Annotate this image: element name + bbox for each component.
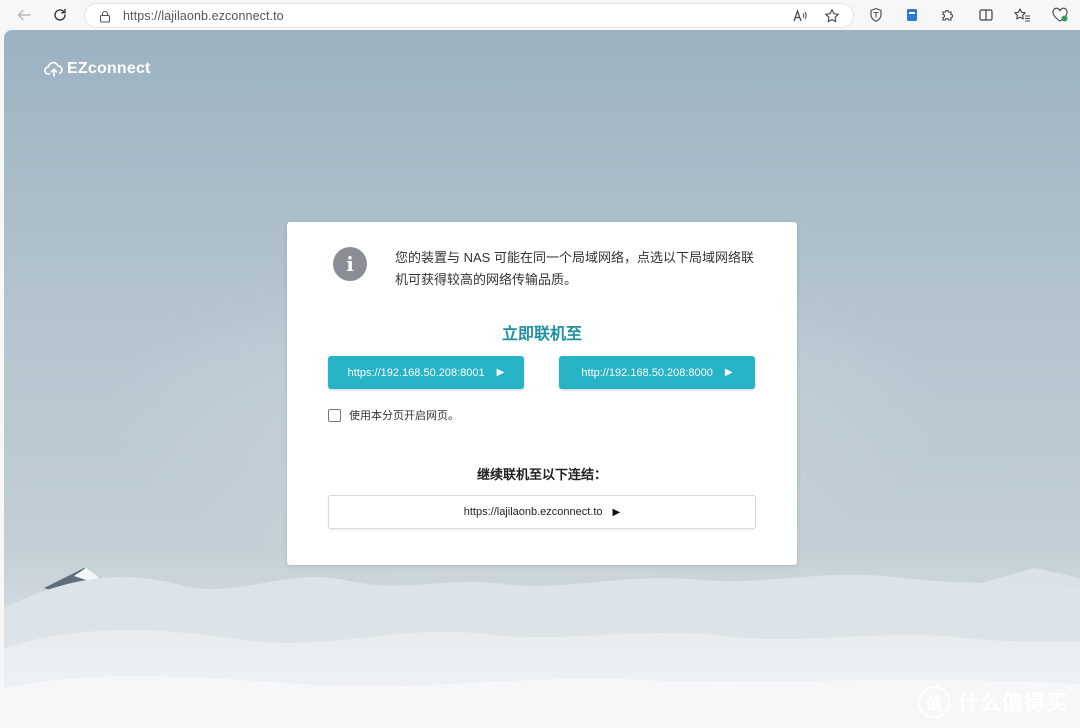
lan-https-button[interactable]: https://192.168.50.208:8001 ▶ [328, 356, 524, 389]
remote-link-label: https://lajilaonb.ezconnect.to [463, 506, 603, 518]
reload-icon [54, 8, 66, 21]
site-info-icon[interactable] [97, 8, 113, 24]
watermark-logo: 值 [918, 686, 950, 718]
play-arrow-icon: ▶ [724, 367, 733, 378]
lan-http-button[interactable]: http://192.168.50.208:8000 ▶ [559, 356, 755, 389]
brand-logo[interactable]: EZconnect [44, 60, 151, 78]
favorite-star-icon[interactable] [823, 7, 841, 25]
open-in-this-tab-label[interactable]: 使用本分页开启网页。 [349, 407, 459, 423]
continue-to-title: 继续联机至以下连结： [476, 467, 607, 482]
read-aloud-icon[interactable] [791, 7, 809, 25]
address-bar[interactable]: https://lajilaonb.ezconnect.to [84, 3, 854, 28]
back-arrow-icon [17, 9, 31, 21]
watermark: 值 什么值得买 [918, 686, 1068, 718]
info-icon: i [333, 247, 367, 281]
split-screen-icon[interactable] [976, 5, 996, 25]
lan-connect-dialog: i 您的装置与 NAS 可能在同一个局域网络，点选以下局域网络联机可获得较高的网… [287, 222, 797, 565]
watermark-text: 什么值得买 [958, 692, 1068, 715]
browser-toolbar: https://lajilaonb.ezconnect.to [0, 0, 1080, 30]
cloud-upload-icon [44, 61, 64, 77]
collections-extension-icon[interactable] [902, 5, 922, 25]
lan-http-label: http://192.168.50.208:8000 [581, 366, 713, 379]
extensions-puzzle-icon[interactable] [938, 5, 958, 25]
lan-https-label: https://192.168.50.208:8001 [347, 366, 485, 379]
shield-extension-icon[interactable] [866, 5, 886, 25]
reload-button[interactable] [50, 5, 70, 25]
play-arrow-icon: ▶ [496, 367, 505, 378]
browser-essentials-icon[interactable] [1050, 5, 1070, 25]
connect-now-title: 立即联机至 [501, 326, 582, 343]
lan-notice-text: 您的装置与 NAS 可能在同一个局域网络，点选以下局域网络联机可获得较高的网络传… [395, 250, 754, 287]
brand-name: EZconnect [67, 60, 151, 77]
page-viewport: EZconnect i 您的装置与 NAS 可能在同一个局域网络，点选以下局域网… [4, 30, 1080, 728]
back-button[interactable] [14, 5, 34, 25]
open-in-this-tab-checkbox[interactable] [328, 408, 341, 422]
favorites-icon[interactable] [1012, 5, 1032, 25]
play-arrow-icon: ▶ [612, 506, 621, 518]
url-text[interactable]: https://lajilaonb.ezconnect.to [123, 9, 284, 23]
remote-link-button[interactable]: https://lajilaonb.ezconnect.to ▶ [328, 495, 756, 529]
open-in-this-tab-option[interactable]: 使用本分页开启网页。 [328, 407, 459, 423]
